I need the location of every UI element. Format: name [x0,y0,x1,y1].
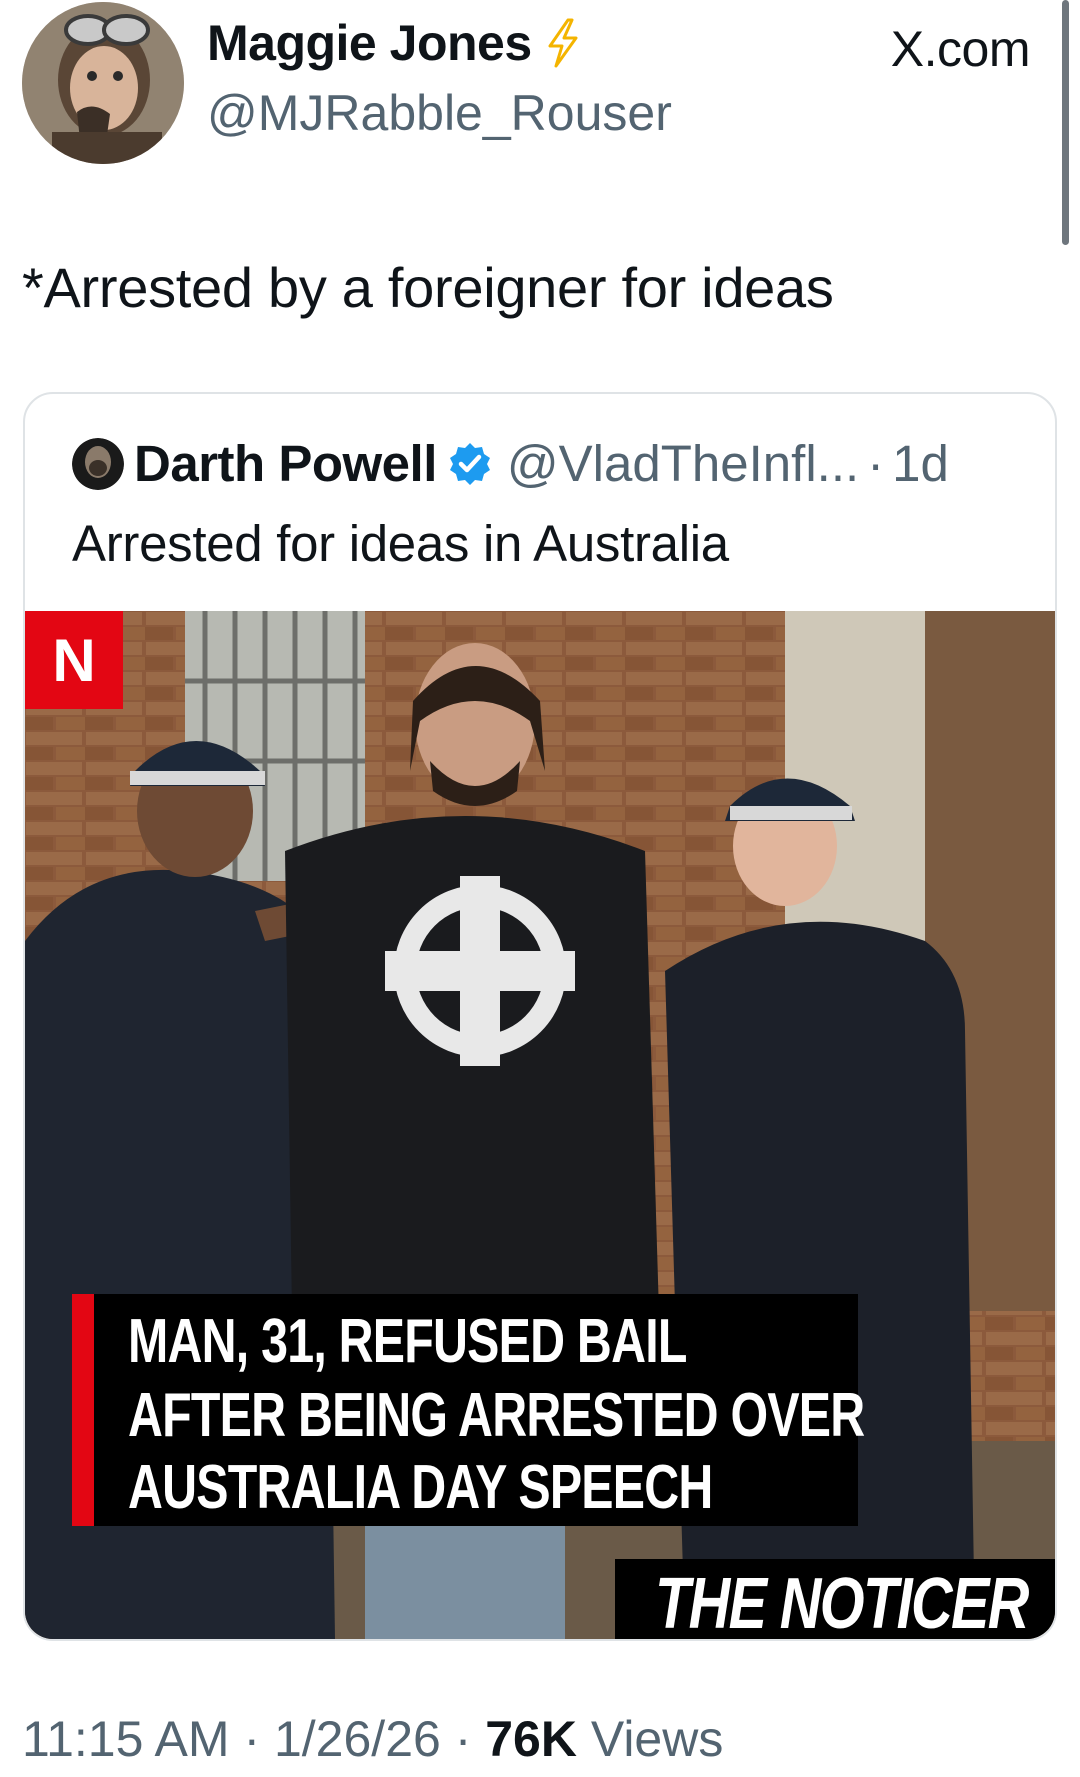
author-avatar[interactable] [22,2,184,164]
meta-separator: · [440,1711,486,1767]
lightning-bolt-icon [546,18,580,68]
brand-watermark: THE NOTICER [615,1559,1055,1639]
quoted-author-avatar[interactable] [72,437,124,490]
separator-dot: · [867,435,885,492]
tweet-meta: 11:15 AM · 1/26/26 · 76K Views [22,1710,723,1768]
author-name-text[interactable]: Maggie Jones [207,14,532,72]
views-label: Views [576,1711,724,1767]
meta-separator: · [229,1711,274,1767]
quoted-author-handle[interactable]: @VladTheInfl... [507,434,859,493]
quoted-tweet-image[interactable]: N MAN, 31, REFUSED BAIL AFTER BEING ARRE… [25,611,1055,1639]
quoted-tweet-time[interactable]: 1d [892,434,949,493]
scrollbar[interactable] [1062,0,1069,245]
views-count[interactable]: 76K [485,1711,577,1767]
quoted-tweet-text: Arrested for ideas in Australia [72,515,729,572]
quoted-tweet-header: Darth Powell @VladTheInfl... · 1d [72,434,949,493]
news-logo: N [25,611,123,709]
quoted-author-name[interactable]: Darth Powell [134,434,437,493]
site-label: X.com [890,21,1031,77]
verified-badge-icon [447,441,493,487]
brand-text: THE NOTICER [655,1564,1029,1639]
headline-line-3: AUSTRALIA DAY SPEECH [128,1453,713,1522]
author-handle[interactable]: @MJRabble_Rouser [207,84,672,142]
tweet-time[interactable]: 11:15 AM [22,1711,230,1767]
headline-line-2: AFTER BEING ARRESTED OVER [128,1381,865,1450]
author-display-name[interactable]: Maggie Jones [207,14,580,72]
tweet-text: *Arrested by a foreigner for ideas [22,256,834,319]
headline-caption: MAN, 31, REFUSED BAIL AFTER BEING ARREST… [72,1294,865,1526]
tweet-date[interactable]: 1/26/26 [274,1711,441,1767]
quoted-tweet-card[interactable]: Darth Powell @VladTheInfl... · 1d Arrest… [23,392,1057,1641]
headline-line-1: MAN, 31, REFUSED BAIL [128,1307,687,1376]
